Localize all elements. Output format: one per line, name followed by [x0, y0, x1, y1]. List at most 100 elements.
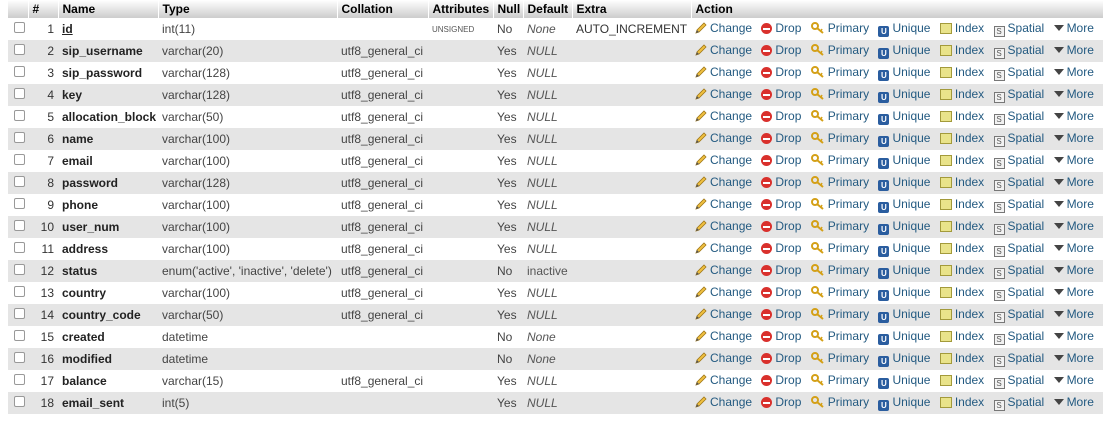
- column-name[interactable]: created: [58, 326, 158, 348]
- more-action[interactable]: More: [1053, 285, 1094, 299]
- change-action[interactable]: Change: [695, 263, 752, 277]
- index-action[interactable]: Index: [939, 263, 984, 277]
- index-action[interactable]: Index: [939, 285, 984, 299]
- header-type[interactable]: Type: [158, 0, 338, 18]
- spatial-action[interactable]: S Spatial: [993, 351, 1044, 367]
- more-action[interactable]: More: [1053, 395, 1094, 409]
- drop-action[interactable]: Drop: [761, 131, 801, 145]
- primary-action[interactable]: Primary: [810, 329, 869, 343]
- primary-action[interactable]: Primary: [810, 21, 869, 35]
- unique-action[interactable]: U Unique: [878, 175, 930, 191]
- column-name[interactable]: email: [58, 150, 158, 172]
- spatial-action[interactable]: S Spatial: [993, 153, 1044, 169]
- unique-action[interactable]: U Unique: [878, 307, 930, 323]
- drop-action[interactable]: Drop: [761, 351, 801, 365]
- row-checkbox[interactable]: [14, 66, 25, 77]
- row-checkbox[interactable]: [14, 396, 25, 407]
- column-name[interactable]: name: [58, 128, 158, 150]
- change-action[interactable]: Change: [695, 395, 752, 409]
- unique-action[interactable]: U Unique: [878, 131, 930, 147]
- change-action[interactable]: Change: [695, 21, 752, 35]
- unique-action[interactable]: U Unique: [878, 351, 930, 367]
- change-action[interactable]: Change: [695, 241, 752, 255]
- row-checkbox[interactable]: [14, 264, 25, 275]
- unique-action[interactable]: U Unique: [878, 329, 930, 345]
- unique-action[interactable]: U Unique: [878, 153, 930, 169]
- unique-action[interactable]: U Unique: [878, 197, 930, 213]
- row-checkbox[interactable]: [14, 176, 25, 187]
- spatial-action[interactable]: S Spatial: [993, 263, 1044, 279]
- change-action[interactable]: Change: [695, 153, 752, 167]
- unique-action[interactable]: U Unique: [878, 241, 930, 257]
- spatial-action[interactable]: S Spatial: [993, 329, 1044, 345]
- change-action[interactable]: Change: [695, 285, 752, 299]
- drop-action[interactable]: Drop: [761, 87, 801, 101]
- primary-action[interactable]: Primary: [810, 285, 869, 299]
- change-action[interactable]: Change: [695, 87, 752, 101]
- drop-action[interactable]: Drop: [761, 329, 801, 343]
- primary-action[interactable]: Primary: [810, 43, 869, 57]
- row-checkbox[interactable]: [14, 352, 25, 363]
- header-name[interactable]: Name: [58, 0, 159, 18]
- column-name[interactable]: phone: [58, 194, 158, 216]
- drop-action[interactable]: Drop: [761, 21, 801, 35]
- drop-action[interactable]: Drop: [761, 307, 801, 321]
- row-checkbox[interactable]: [14, 286, 25, 297]
- more-action[interactable]: More: [1053, 373, 1094, 387]
- more-action[interactable]: More: [1053, 21, 1094, 35]
- more-action[interactable]: More: [1053, 109, 1094, 123]
- drop-action[interactable]: Drop: [761, 43, 801, 57]
- spatial-action[interactable]: S Spatial: [993, 373, 1044, 389]
- more-action[interactable]: More: [1053, 197, 1094, 211]
- unique-action[interactable]: U Unique: [878, 21, 930, 37]
- column-name[interactable]: country_code: [58, 304, 158, 326]
- column-name[interactable]: sip_password: [58, 62, 158, 84]
- primary-action[interactable]: Primary: [810, 87, 869, 101]
- more-action[interactable]: More: [1053, 65, 1094, 79]
- more-action[interactable]: More: [1053, 263, 1094, 277]
- primary-action[interactable]: Primary: [810, 65, 869, 79]
- change-action[interactable]: Change: [695, 307, 752, 321]
- change-action[interactable]: Change: [695, 219, 752, 233]
- more-action[interactable]: More: [1053, 87, 1094, 101]
- more-action[interactable]: More: [1053, 175, 1094, 189]
- column-name[interactable]: balance: [58, 370, 158, 392]
- header-collation[interactable]: Collation: [337, 0, 429, 18]
- row-checkbox[interactable]: [14, 154, 25, 165]
- primary-action[interactable]: Primary: [810, 373, 869, 387]
- header-num[interactable]: #: [28, 0, 59, 18]
- index-action[interactable]: Index: [939, 395, 984, 409]
- primary-action[interactable]: Primary: [810, 109, 869, 123]
- change-action[interactable]: Change: [695, 131, 752, 145]
- more-action[interactable]: More: [1053, 153, 1094, 167]
- more-action[interactable]: More: [1053, 241, 1094, 255]
- index-action[interactable]: Index: [939, 307, 984, 321]
- row-checkbox[interactable]: [14, 88, 25, 99]
- index-action[interactable]: Index: [939, 197, 984, 211]
- change-action[interactable]: Change: [695, 43, 752, 57]
- primary-action[interactable]: Primary: [810, 153, 869, 167]
- drop-action[interactable]: Drop: [761, 197, 801, 211]
- row-checkbox[interactable]: [14, 374, 25, 385]
- spatial-action[interactable]: S Spatial: [993, 197, 1044, 213]
- spatial-action[interactable]: S Spatial: [993, 219, 1044, 235]
- column-name[interactable]: key: [58, 84, 158, 106]
- change-action[interactable]: Change: [695, 329, 752, 343]
- drop-action[interactable]: Drop: [761, 153, 801, 167]
- primary-action[interactable]: Primary: [810, 351, 869, 365]
- column-name[interactable]: sip_username: [58, 40, 158, 62]
- column-name[interactable]: modified: [58, 348, 158, 370]
- header-default[interactable]: Default: [523, 0, 573, 18]
- more-action[interactable]: More: [1053, 307, 1094, 321]
- primary-action[interactable]: Primary: [810, 241, 869, 255]
- row-checkbox[interactable]: [14, 110, 25, 121]
- index-action[interactable]: Index: [939, 21, 984, 35]
- change-action[interactable]: Change: [695, 65, 752, 79]
- row-checkbox[interactable]: [14, 220, 25, 231]
- change-action[interactable]: Change: [695, 175, 752, 189]
- drop-action[interactable]: Drop: [761, 285, 801, 299]
- primary-action[interactable]: Primary: [810, 395, 869, 409]
- index-action[interactable]: Index: [939, 351, 984, 365]
- drop-action[interactable]: Drop: [761, 65, 801, 79]
- spatial-action[interactable]: S Spatial: [993, 307, 1044, 323]
